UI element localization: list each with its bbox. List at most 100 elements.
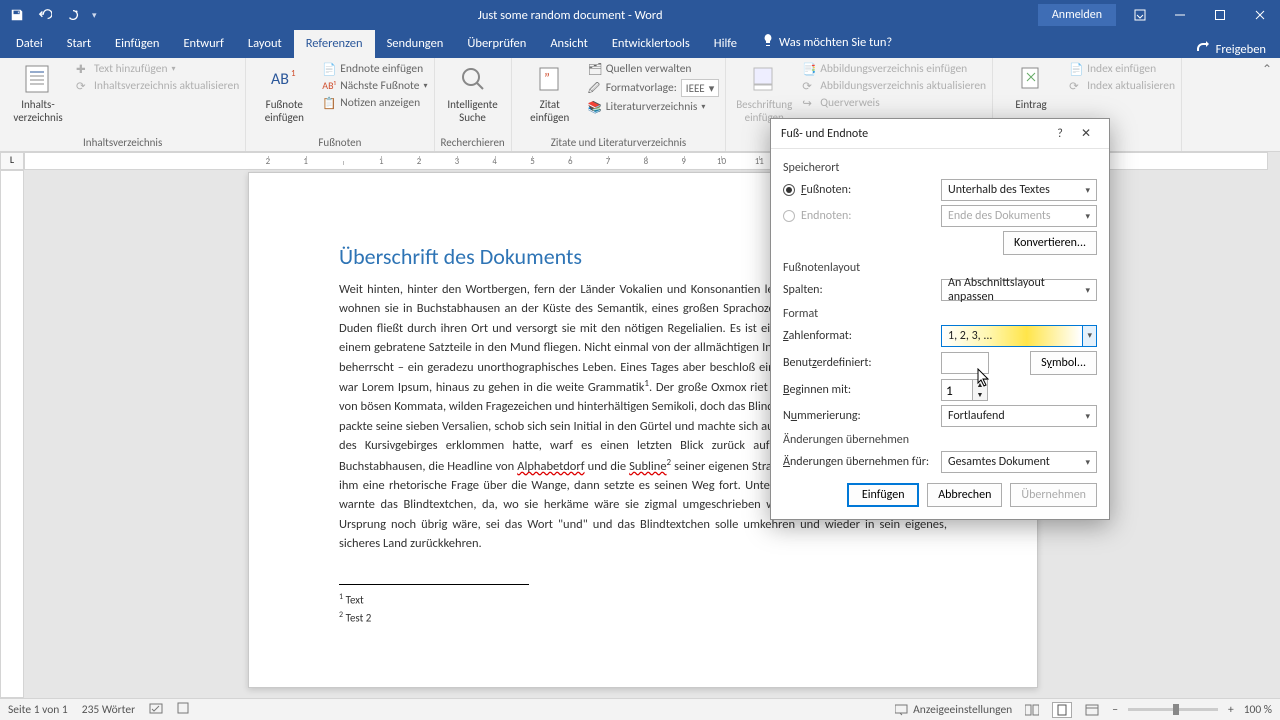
ruler-tick: 1: [287, 156, 325, 167]
insert-caption-button[interactable]: Beschriftung einfügen: [732, 62, 796, 124]
insert-endnote-button[interactable]: 📄Endnote einfügen: [322, 62, 427, 76]
footnote-1: 1 Text: [339, 591, 947, 609]
zoom-out-button[interactable]: −: [1112, 703, 1118, 717]
quick-access-toolbar: ▾: [0, 4, 103, 26]
display-settings-button[interactable]: Anzeigeeinstellungen: [895, 703, 1012, 717]
update-figures-list-button[interactable]: ⟳Abbildungsverzeichnis aktualisieren: [802, 79, 986, 93]
footnotes-location-select[interactable]: Unterhalb des Textes▾: [941, 179, 1097, 201]
close-button[interactable]: [1240, 0, 1280, 30]
tell-me-search[interactable]: Was möchten Sie tun?: [749, 27, 904, 58]
numbering-label: Nummerierung:: [783, 409, 933, 423]
mark-entry-button[interactable]: Eintrag: [999, 62, 1063, 111]
window-title: Just some random document - Word: [103, 8, 1038, 23]
tab-sendungen[interactable]: Sendungen: [375, 30, 456, 58]
print-layout-view-button[interactable]: [1052, 702, 1072, 718]
word-count[interactable]: 235 Wörter: [82, 703, 135, 717]
dialog-close-button[interactable]: ✕: [1073, 126, 1099, 141]
read-mode-view-button[interactable]: [1022, 702, 1042, 718]
start-at-input[interactable]: [941, 379, 973, 401]
show-notes-button[interactable]: 📋Notizen anzeigen: [322, 96, 427, 110]
radio-checked-icon: [783, 184, 795, 196]
toc-button[interactable]: Inhalts- verzeichnis: [6, 62, 70, 124]
vertical-ruler[interactable]: [0, 170, 24, 698]
columns-select[interactable]: An Abschnittslayout anpassen▾: [941, 279, 1097, 301]
tab-layout[interactable]: Layout: [236, 30, 294, 58]
save-button[interactable]: [6, 4, 28, 26]
title-bar: ▾ Just some random document - Word Anmel…: [0, 0, 1280, 30]
sign-in-button[interactable]: Anmelden: [1038, 4, 1116, 26]
collapse-ribbon-icon[interactable]: ⌃: [1262, 62, 1272, 77]
insert-figures-list-button[interactable]: 📑Abbildungsverzeichnis einfügen: [802, 62, 986, 76]
ruler-tick: 2: [249, 156, 287, 167]
maximize-button[interactable]: [1200, 0, 1240, 30]
manage-sources-button[interactable]: 🗂Quellen verwalten: [588, 62, 720, 76]
symbol-button[interactable]: Symbol...: [1030, 351, 1097, 375]
apply-to-select[interactable]: Gesamtes Dokument▾: [941, 451, 1097, 473]
insert-button[interactable]: Einfügen: [847, 483, 919, 507]
add-text-button[interactable]: ✚Text hinzufügen▾: [76, 62, 239, 76]
tab-referenzen[interactable]: Referenzen: [294, 30, 375, 58]
endnotes-radio[interactable]: Endnoten:: [783, 209, 933, 223]
minimize-button[interactable]: [1160, 0, 1200, 30]
dialog-title: Fuß- und Endnote: [781, 127, 1047, 141]
cross-reference-button[interactable]: ↪Querverweis: [802, 96, 986, 110]
smart-lookup-button[interactable]: Intelligente Suche: [441, 62, 505, 124]
page-status[interactable]: Seite 1 von 1: [8, 703, 68, 717]
tab-start[interactable]: Start: [55, 30, 103, 58]
zoom-slider[interactable]: [1128, 708, 1218, 711]
start-at-label: Beginnen mit:: [783, 383, 933, 397]
footnote-endnote-dialog: Fuß- und Endnote ? ✕ Speicherort Fußnote…: [770, 118, 1110, 520]
location-group-label: Speicherort: [783, 161, 1097, 175]
proofing-icon[interactable]: [149, 701, 163, 719]
zoom-level[interactable]: 100 %: [1244, 703, 1272, 717]
macro-icon[interactable]: [177, 701, 189, 719]
bibliography-button[interactable]: 📚Literaturverzeichnis▾: [588, 100, 720, 114]
format-group-label: Format: [783, 307, 1097, 321]
ruler-tick: 2: [400, 156, 438, 167]
insert-index-button[interactable]: 📄Index einfügen: [1069, 62, 1175, 76]
ribbon-group-footnotes: AB1 Fußnote einfügen 📄Endnote einfügen A…: [246, 58, 434, 151]
dialog-help-button[interactable]: ?: [1047, 127, 1073, 141]
numbering-select[interactable]: Fortlaufend▾: [941, 405, 1097, 427]
update-toc-button[interactable]: ⟳Inhaltsverzeichnis aktualisieren: [76, 79, 239, 93]
tab-entwicklertools[interactable]: Entwicklertools: [600, 30, 702, 58]
undo-button[interactable]: [34, 4, 56, 26]
ruler-tick: 10: [703, 156, 741, 167]
svg-text:AB: AB: [271, 70, 289, 89]
footnote-2: 2 Test 2: [339, 609, 947, 627]
svg-text:1: 1: [291, 68, 296, 79]
redo-button[interactable]: [62, 4, 84, 26]
cancel-button[interactable]: Abbrechen: [927, 483, 1002, 507]
citation-style-combo[interactable]: 🖉Formatvorlage: IEEE▾: [588, 79, 720, 97]
ruler-tick: 8: [627, 156, 665, 167]
number-format-select[interactable]: 1, 2, 3, ...▾: [941, 325, 1097, 347]
tab-datei[interactable]: Datei: [4, 30, 55, 58]
footnotes-radio[interactable]: Fußnoten:: [783, 183, 933, 197]
svg-text:”: ”: [544, 70, 550, 87]
tab-einfuegen[interactable]: Einfügen: [103, 30, 171, 58]
share-button[interactable]: Freigeben: [1216, 42, 1266, 57]
ruler-tick: 3: [438, 156, 476, 167]
ruler-tick: 1: [362, 156, 400, 167]
ruler-tick: 7: [589, 156, 627, 167]
number-format-label: Zahlenformat:: [783, 329, 933, 343]
apply-button[interactable]: Übernehmen: [1010, 483, 1097, 507]
zoom-in-button[interactable]: +: [1228, 703, 1234, 717]
insert-citation-button[interactable]: ” Zitat einfügen: [518, 62, 582, 124]
ribbon-display-options-icon[interactable]: [1120, 0, 1160, 30]
layout-group-label: Fußnotenlayout: [783, 261, 1097, 275]
tab-hilfe[interactable]: Hilfe: [702, 30, 749, 58]
update-index-button[interactable]: ⟳Index aktualisieren: [1069, 79, 1175, 93]
tab-ansicht[interactable]: Ansicht: [538, 30, 599, 58]
ribbon-group-toc: Inhalts- verzeichnis ✚Text hinzufügen▾ ⟳…: [0, 58, 246, 151]
footnote-separator: [339, 584, 529, 585]
web-layout-view-button[interactable]: [1082, 702, 1102, 718]
insert-footnote-button[interactable]: AB1 Fußnote einfügen: [252, 62, 316, 124]
next-footnote-button[interactable]: AB¹Nächste Fußnote▾: [322, 79, 427, 93]
tab-entwurf[interactable]: Entwurf: [171, 30, 235, 58]
ruler-corner[interactable]: L: [0, 152, 24, 170]
mouse-cursor-icon: [977, 368, 991, 392]
convert-button[interactable]: Konvertieren...: [1003, 231, 1097, 255]
tab-ueberpruefen[interactable]: Überprüfen: [455, 30, 538, 58]
qat-customize-icon[interactable]: ▾: [92, 10, 97, 21]
